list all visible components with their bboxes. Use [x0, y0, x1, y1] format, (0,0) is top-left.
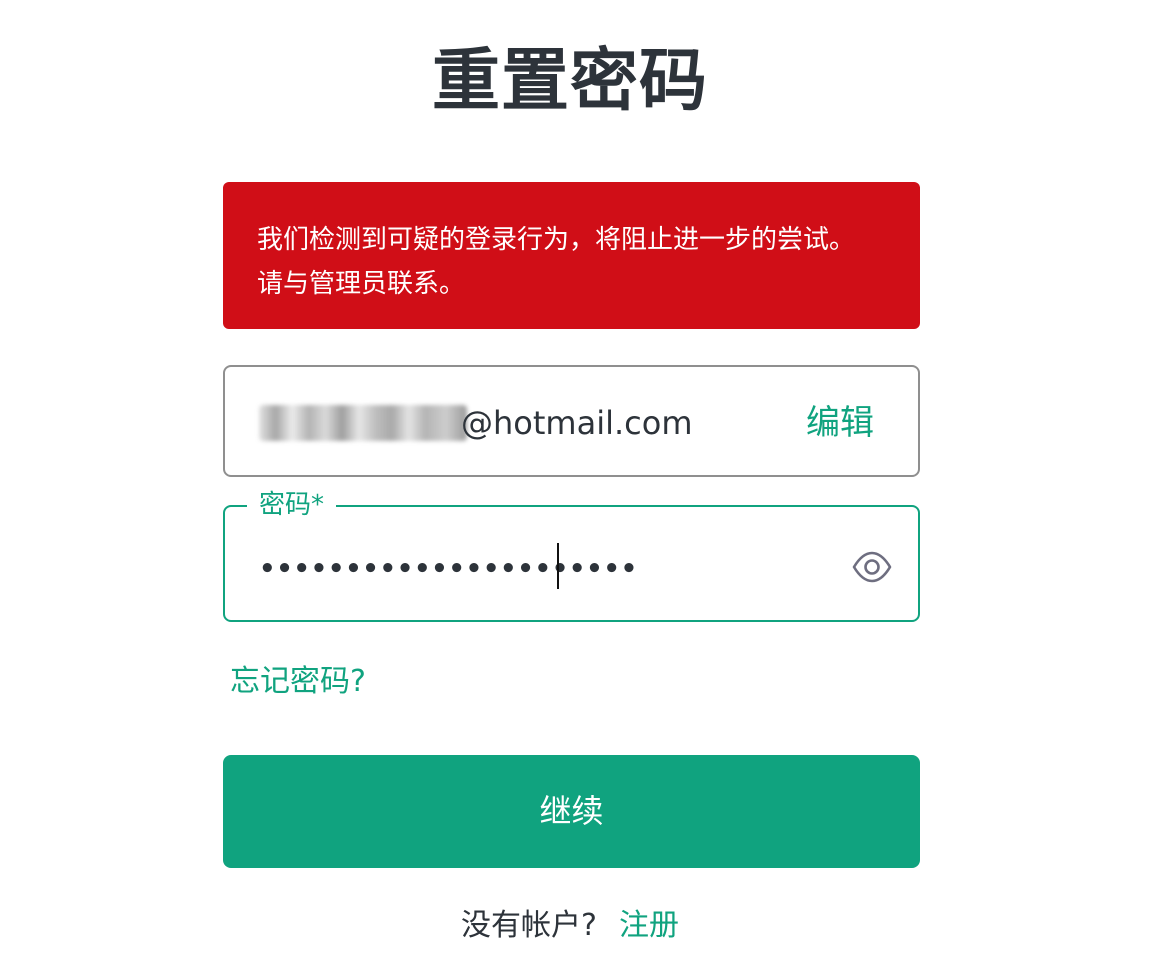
email-field: @hotmail.com 编辑 — [223, 365, 920, 477]
password-field[interactable]: 密码* •••••••••••••••••••••• — [223, 488, 920, 622]
text-caret — [557, 543, 559, 589]
edit-email-link[interactable]: 编辑 — [806, 401, 874, 445]
email-value: @hotmail.com — [461, 404, 693, 442]
forgot-password-link[interactable]: 忘记密码? — [230, 662, 366, 702]
eye-icon-graphic — [852, 551, 892, 583]
error-alert-message: 我们检测到可疑的登录行为，将阻止进一步的尝试。请与管理员联系。 — [257, 225, 856, 299]
email-redacted-part — [259, 405, 467, 441]
error-alert: 我们检测到可疑的登录行为，将阻止进一步的尝试。请与管理员联系。 — [223, 182, 920, 329]
password-input-value[interactable]: •••••••••••••••••••••• — [259, 547, 638, 591]
signup-link[interactable]: 注册 — [619, 908, 679, 943]
continue-button[interactable]: 继续 — [223, 755, 920, 868]
eye-icon[interactable] — [852, 547, 892, 587]
reset-password-page: 重置密码 我们检测到可疑的登录行为，将阻止进一步的尝试。请与管理员联系。 @ho… — [0, 0, 1157, 960]
page-title: 重置密码 — [431, 42, 708, 121]
password-field-label: 密码* — [247, 488, 337, 522]
signup-prompt: 没有帐户? — [461, 908, 597, 943]
signup-row: 没有帐户? 注册 — [0, 906, 1140, 946]
